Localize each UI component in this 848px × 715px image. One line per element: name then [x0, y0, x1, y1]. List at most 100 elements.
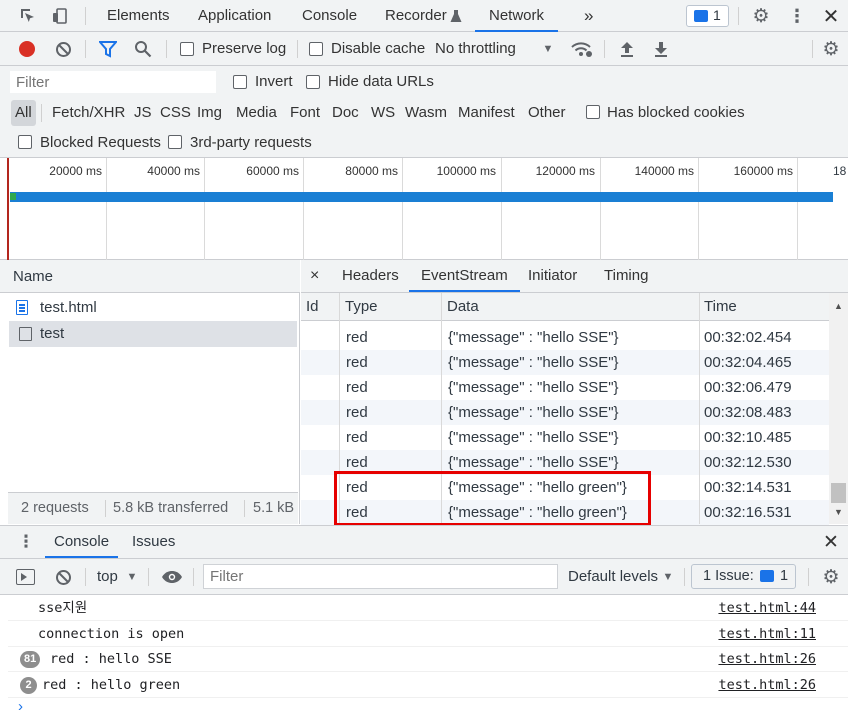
- column-header-type[interactable]: Type: [345, 293, 378, 321]
- eventstream-header-row: Id Type Data Time: [301, 293, 829, 321]
- search-icon[interactable]: [133, 39, 153, 59]
- blocked-requests-row: Blocked Requests 3rd-party requests: [0, 128, 848, 158]
- close-detail-icon[interactable]: ×: [310, 260, 319, 292]
- has-blocked-cookies-checkbox[interactable]: [586, 105, 600, 119]
- filter-funnel-icon[interactable]: [98, 39, 118, 59]
- scroll-up-arrow-icon[interactable]: ▲: [834, 301, 843, 311]
- inspect-element-icon[interactable]: [18, 6, 38, 26]
- console-filter-input[interactable]: [203, 564, 558, 589]
- blocked-requests-label: Blocked Requests: [40, 134, 161, 151]
- clear-console-icon[interactable]: [53, 567, 73, 587]
- column-header-id[interactable]: Id: [306, 293, 319, 321]
- eye-icon[interactable]: [160, 567, 184, 587]
- request-row-test-html[interactable]: test.html: [9, 295, 297, 321]
- chevron-down-icon[interactable]: ▼: [662, 570, 674, 584]
- eventstream-row[interactable]: red {"message" : "hello SSE"} 00:32:02.454: [301, 325, 829, 350]
- preserve-log-label: Preserve log: [202, 40, 287, 57]
- console-issues-button[interactable]: 1 Issue: 1: [691, 564, 796, 589]
- console-source-link[interactable]: test.html:11: [718, 622, 816, 647]
- tab-timing[interactable]: Timing: [604, 260, 648, 292]
- tab-initiator[interactable]: Initiator: [528, 260, 577, 292]
- context-selector[interactable]: top: [97, 559, 118, 595]
- throttling-select[interactable]: No throttling: [435, 32, 516, 66]
- type-filter-doc[interactable]: Doc: [332, 98, 359, 128]
- tab-headers[interactable]: Headers: [342, 260, 399, 292]
- type-filter-ws[interactable]: WS: [371, 98, 395, 128]
- close-drawer-icon[interactable]: ✕: [820, 531, 842, 553]
- type-filter-css[interactable]: CSS: [160, 98, 191, 128]
- console-sidebar-icon[interactable]: [16, 569, 35, 585]
- clear-icon[interactable]: [53, 39, 73, 59]
- column-header-data[interactable]: Data: [447, 293, 479, 321]
- console-message-text: connection is open: [38, 625, 185, 642]
- console-source-link[interactable]: test.html:44: [718, 596, 816, 621]
- third-party-requests-label: 3rd-party requests: [190, 134, 312, 151]
- console-message-text: sse지원: [38, 600, 88, 616]
- type-filter-wasm[interactable]: Wasm: [405, 98, 447, 128]
- tab-recorder[interactable]: Recorder: [385, 0, 447, 32]
- column-header-time[interactable]: Time: [704, 293, 737, 321]
- type-filter-media[interactable]: Media: [236, 98, 277, 128]
- eventstream-scrollbar[interactable]: ▲ ▼: [829, 293, 848, 524]
- resource-type-filters: All Fetch/XHR JS CSS Img Media Font Doc …: [0, 98, 848, 128]
- drawer-menu-icon[interactable]: ⋮: [18, 532, 35, 552]
- chevron-down-icon[interactable]: ▼: [541, 41, 555, 57]
- chevron-down-icon[interactable]: ▼: [126, 570, 138, 584]
- request-row-test[interactable]: test: [9, 321, 297, 347]
- record-icon[interactable]: [19, 41, 35, 57]
- export-har-icon[interactable]: [651, 39, 671, 59]
- log-levels-select[interactable]: Default levels: [568, 559, 658, 595]
- more-tabs-button[interactable]: »: [584, 0, 593, 32]
- tab-console[interactable]: Console: [302, 0, 357, 32]
- eventstream-row[interactable]: red {"message" : "hello SSE"} 00:32:04.465: [301, 350, 829, 375]
- type-filter-img[interactable]: Img: [197, 98, 222, 128]
- close-devtools-icon[interactable]: ✕: [820, 5, 842, 28]
- eventstream-row[interactable]: red {"message" : "hello SSE"} 00:32:06.479: [301, 375, 829, 400]
- network-conditions-icon[interactable]: [570, 39, 594, 59]
- type-filter-all[interactable]: All: [11, 100, 36, 126]
- event-type-cell: red: [346, 404, 368, 421]
- network-overview-timeline[interactable]: 20000 ms 40000 ms 60000 ms 80000 ms 1000…: [0, 158, 848, 260]
- timeline-tick-label: 80000 ms: [345, 164, 398, 178]
- console-source-link[interactable]: test.html:26: [718, 647, 816, 672]
- tab-eventstream[interactable]: EventStream: [409, 260, 520, 292]
- tab-network[interactable]: Network: [475, 0, 559, 32]
- scroll-down-arrow-icon[interactable]: ▼: [834, 507, 843, 517]
- drawer-tab-console[interactable]: Console: [45, 526, 119, 558]
- event-time-cell: 00:32:14.531: [704, 479, 792, 496]
- console-prompt-icon[interactable]: ›: [18, 698, 23, 715]
- type-filter-other[interactable]: Other: [528, 98, 566, 128]
- eventstream-table: Id Type Data Time red {"message" : "hello…: [301, 293, 848, 526]
- hide-data-urls-checkbox[interactable]: [306, 75, 320, 89]
- type-filter-font[interactable]: Font: [290, 98, 320, 128]
- eventstream-row[interactable]: red {"message" : "hello SSE"} 00:32:10.485: [301, 425, 829, 450]
- type-filter-fetch-xhr[interactable]: Fetch/XHR: [52, 98, 125, 128]
- network-settings-gear-icon[interactable]: ⚙: [820, 38, 842, 60]
- type-filter-manifest[interactable]: Manifest: [458, 98, 515, 128]
- devtools-tab-bar: Elements Application Console Recorder Ne…: [0, 0, 848, 32]
- device-toolbar-icon[interactable]: [50, 6, 70, 26]
- console-message: connection is open test.html:11: [8, 622, 848, 647]
- document-icon: [16, 300, 28, 315]
- issues-badge-button[interactable]: 1: [686, 5, 729, 27]
- blocked-requests-checkbox[interactable]: [18, 135, 32, 149]
- tab-application[interactable]: Application: [198, 0, 271, 32]
- console-settings-gear-icon[interactable]: ⚙: [820, 566, 842, 588]
- import-har-icon[interactable]: [617, 39, 637, 59]
- timeline-request-bar: [10, 192, 833, 202]
- console-source-link[interactable]: test.html:26: [718, 673, 816, 698]
- more-options-icon[interactable]: ⋮: [787, 5, 807, 27]
- settings-gear-icon[interactable]: ⚙: [750, 5, 772, 27]
- preserve-log-checkbox[interactable]: [180, 42, 194, 56]
- third-party-requests-checkbox[interactable]: [168, 135, 182, 149]
- scrollbar-thumb[interactable]: [831, 483, 846, 503]
- event-type-cell: red: [346, 329, 368, 346]
- filter-input[interactable]: [10, 71, 216, 93]
- name-column-header[interactable]: Name: [13, 260, 53, 293]
- drawer-tab-issues[interactable]: Issues: [132, 526, 175, 558]
- eventstream-row[interactable]: red {"message" : "hello SSE"} 00:32:08.483: [301, 400, 829, 425]
- tab-elements[interactable]: Elements: [107, 0, 170, 32]
- type-filter-js[interactable]: JS: [134, 98, 152, 128]
- disable-cache-checkbox[interactable]: [309, 42, 323, 56]
- invert-checkbox[interactable]: [233, 75, 247, 89]
